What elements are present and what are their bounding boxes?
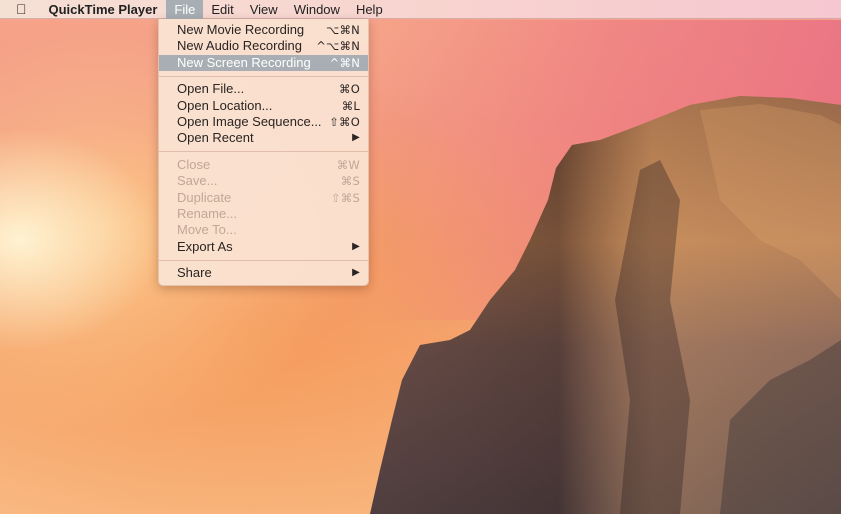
shortcut-label: ⌘O	[339, 82, 360, 97]
submenu-arrow-icon: ▶	[352, 132, 360, 144]
menu-item-label: Rename...	[177, 205, 237, 221]
menu-item-new-movie-recording[interactable]: New Movie Recording ⌥⌘N	[159, 22, 368, 38]
menu-item-close: Close ⌘W	[159, 157, 368, 173]
app-menu-quicktime-player[interactable]: QuickTime Player	[41, 0, 167, 19]
menu-separator	[159, 259, 368, 261]
menu-item-label: Move To...	[177, 222, 237, 238]
menu-item-new-audio-recording[interactable]: New Audio Recording ^⌥⌘N	[159, 38, 368, 54]
submenu-arrow-icon: ▶	[352, 267, 360, 279]
menu-item-label: New Audio Recording	[177, 38, 303, 54]
menu-item-label: Open Location...	[177, 97, 273, 113]
menu-bar:  QuickTime Player File Edit View Window…	[0, 0, 841, 19]
menu-item-open-location[interactable]: Open Location... ⌘L	[159, 98, 368, 114]
shortcut-label: ⌥⌘N	[326, 23, 360, 37]
menu-item-open-recent[interactable]: Open Recent ▶	[159, 130, 368, 146]
menu-item-new-screen-recording[interactable]: New Screen Recording ^⌘N	[159, 54, 368, 72]
menu-item-label: New Screen Recording	[177, 54, 311, 70]
shortcut-label: ^⌘N	[329, 55, 360, 70]
file-dropdown-menu: New Movie Recording ⌥⌘N New Audio Record…	[158, 19, 369, 286]
menu-help[interactable]: Help	[348, 0, 391, 19]
menu-item-share[interactable]: Share ▶	[159, 265, 368, 281]
menu-item-label: Share	[177, 265, 212, 281]
menu-separator	[159, 75, 368, 77]
wallpaper-half-dome	[370, 96, 841, 514]
menu-item-label: Duplicate	[177, 189, 232, 205]
apple-icon[interactable]: 	[0, 0, 41, 19]
menu-item-export-as[interactable]: Export As ▶	[159, 239, 368, 255]
menu-view[interactable]: View	[242, 0, 286, 19]
menu-item-label: Open File...	[177, 81, 245, 97]
menu-item-label: Open Image Sequence...	[177, 113, 322, 129]
submenu-arrow-icon: ▶	[352, 240, 360, 252]
menu-item-label: New Movie Recording	[177, 22, 305, 37]
menu-item-open-file[interactable]: Open File... ⌘O	[159, 81, 368, 97]
menu-item-label: Export As	[177, 238, 233, 254]
menu-file[interactable]: File	[166, 0, 204, 19]
menu-window[interactable]: Window	[286, 0, 348, 19]
menu-item-move-to: Move To...	[159, 222, 368, 238]
menu-item-open-image-sequence[interactable]: Open Image Sequence... ⇧⌘O	[159, 114, 368, 130]
menu-item-label: Close	[177, 156, 211, 172]
shortcut-label: ⌘W	[336, 157, 360, 172]
menu-item-save: Save... ⌘S	[159, 173, 368, 189]
shortcut-label: ^⌥⌘N	[316, 39, 360, 54]
shortcut-label: ⇧⌘S	[330, 190, 360, 205]
menu-item-duplicate: Duplicate ⇧⌘S	[159, 190, 368, 206]
shortcut-label: ⌘L	[341, 98, 360, 113]
shortcut-label: ⇧⌘O	[329, 114, 360, 129]
shortcut-label: ⌘S	[340, 174, 360, 189]
menu-item-label: Save...	[177, 173, 218, 189]
desktop-wallpaper	[0, 0, 841, 514]
menu-item-rename: Rename...	[159, 206, 368, 222]
menu-item-label: Open Recent	[177, 130, 254, 146]
menu-separator	[159, 151, 368, 153]
menu-edit[interactable]: Edit	[203, 0, 241, 19]
